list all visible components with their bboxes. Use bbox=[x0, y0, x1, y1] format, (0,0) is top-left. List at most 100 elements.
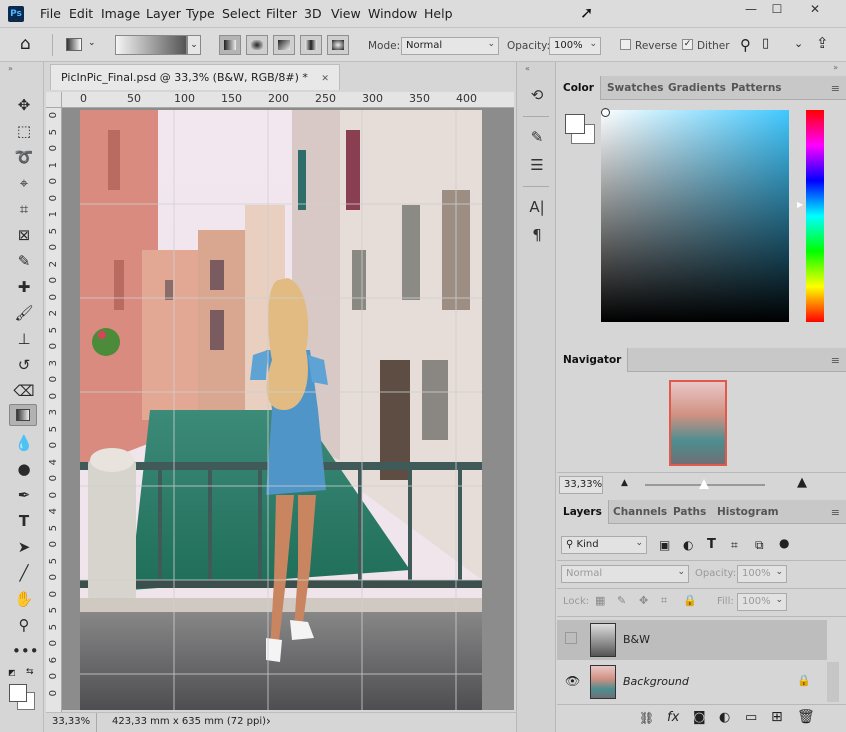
navigator-panel-menu-icon[interactable]: ≡ bbox=[831, 354, 840, 367]
angle-gradient-button[interactable] bbox=[273, 35, 295, 55]
line-tool-icon[interactable]: ╱ bbox=[12, 562, 36, 584]
tab-paths[interactable]: Paths bbox=[667, 500, 712, 524]
document-image[interactable] bbox=[80, 110, 482, 710]
collapse-strip-icon[interactable]: « bbox=[525, 64, 530, 73]
menu-type[interactable]: Type bbox=[186, 6, 215, 21]
menu-filter[interactable]: Filter bbox=[266, 6, 297, 21]
zoom-readout[interactable]: 33,33% bbox=[52, 716, 90, 727]
brush-settings-panel-icon[interactable]: ✎ bbox=[527, 128, 547, 148]
zoom-in-mountain-icon[interactable]: ▲ bbox=[797, 475, 807, 490]
search-icon[interactable]: ⚲ bbox=[740, 36, 751, 54]
tab-swatches[interactable]: Swatches bbox=[601, 76, 669, 100]
new-group-icon[interactable]: ▭ bbox=[745, 710, 757, 725]
fill-input[interactable]: 100% ⌄ bbox=[737, 593, 787, 611]
foreground-color-swatch[interactable] bbox=[9, 684, 27, 702]
layer-visibility-toggle[interactable] bbox=[565, 632, 577, 644]
collapse-panels-icon[interactable]: » bbox=[833, 63, 838, 72]
layer-row-background[interactable]: 👁 Background 🔒 bbox=[557, 662, 827, 702]
color-picker-handle[interactable] bbox=[601, 108, 610, 117]
hue-slider[interactable] bbox=[806, 110, 824, 322]
color-field[interactable] bbox=[601, 110, 789, 322]
lock-transparent-icon[interactable]: ▦ bbox=[595, 594, 605, 607]
close-tab-icon[interactable]: ✕ bbox=[321, 74, 329, 84]
radial-gradient-button[interactable] bbox=[246, 35, 268, 55]
menu-file[interactable]: File bbox=[40, 6, 61, 21]
maximize-button[interactable]: ☐ bbox=[764, 2, 790, 20]
minimize-button[interactable]: — bbox=[738, 2, 764, 20]
tab-gradients[interactable]: Gradients bbox=[662, 76, 732, 100]
quick-selection-tool-icon[interactable]: ⌖ bbox=[12, 172, 36, 194]
tab-histogram[interactable]: Histogram bbox=[711, 500, 785, 524]
navigator-zoom-input[interactable]: 33,33% bbox=[559, 476, 603, 494]
lock-image-icon[interactable]: ✎ bbox=[617, 594, 626, 607]
linear-gradient-button[interactable] bbox=[219, 35, 241, 55]
menu-view[interactable]: View bbox=[331, 6, 361, 21]
filter-adjustment-layer-icon[interactable]: ◐ bbox=[683, 538, 693, 552]
history-panel-icon[interactable]: ⟲ bbox=[527, 86, 547, 106]
more-tools-icon[interactable]: ••• bbox=[12, 640, 39, 662]
adjustments-panel-icon[interactable]: ☰ bbox=[527, 156, 547, 176]
zoom-out-mountain-icon[interactable]: ▲ bbox=[621, 478, 628, 488]
dodge-tool-icon[interactable]: ● bbox=[12, 458, 36, 480]
layer-opacity-input[interactable]: 100% ⌄ bbox=[737, 565, 787, 583]
filter-pixel-layer-icon[interactable]: ▣ bbox=[659, 538, 670, 552]
tab-layers[interactable]: Layers bbox=[557, 500, 609, 524]
lock-artboard-icon[interactable]: ⌗ bbox=[661, 594, 667, 608]
status-menu-arrow-icon[interactable]: › bbox=[266, 714, 271, 728]
tab-channels[interactable]: Channels bbox=[607, 500, 673, 524]
lock-position-icon[interactable]: ✥ bbox=[639, 594, 648, 607]
gradient-picker[interactable] bbox=[115, 35, 187, 55]
eraser-tool-icon[interactable]: ⌫ bbox=[12, 380, 36, 402]
hue-slider-handle-icon[interactable]: ▶ bbox=[797, 200, 803, 209]
frame-tool-icon[interactable]: ⊠ bbox=[12, 224, 36, 246]
path-selection-tool-icon[interactable]: ➤ bbox=[12, 536, 36, 558]
layer-name[interactable]: B&W bbox=[623, 633, 650, 646]
move-tool-icon[interactable]: ✥ bbox=[12, 94, 36, 116]
collapse-toolbar-icon[interactable]: » bbox=[8, 64, 13, 73]
zoom-tool-icon[interactable]: ⚲ bbox=[12, 614, 36, 636]
diamond-gradient-button[interactable] bbox=[327, 35, 349, 55]
chevron-down-icon[interactable]: ⌄ bbox=[794, 37, 803, 50]
character-panel-icon[interactable]: A| bbox=[527, 198, 547, 218]
filter-smart-object-icon[interactable]: ⧉ bbox=[755, 538, 764, 553]
reflected-gradient-button[interactable] bbox=[300, 35, 322, 55]
dither-checkbox[interactable]: ✓ bbox=[682, 39, 693, 50]
add-mask-icon[interactable]: ◙ bbox=[693, 710, 706, 725]
pen-tool-icon[interactable]: ✒ bbox=[12, 484, 36, 506]
ruler-origin[interactable] bbox=[46, 92, 62, 108]
new-layer-icon[interactable]: ⊞ bbox=[771, 709, 783, 725]
menu-image[interactable]: Image bbox=[101, 6, 140, 21]
marquee-tool-icon[interactable]: ⬚ bbox=[12, 120, 36, 142]
workspace-icon[interactable]: ▯ bbox=[762, 36, 769, 51]
navigator-zoom-slider-handle[interactable] bbox=[699, 479, 709, 489]
gradient-tool-preset-icon[interactable] bbox=[66, 38, 82, 51]
crop-tool-icon[interactable]: ⌗ bbox=[12, 198, 36, 220]
filter-toggle-icon[interactable]: ● bbox=[779, 536, 789, 550]
paragraph-panel-icon[interactable]: ¶ bbox=[527, 226, 547, 246]
reverse-checkbox[interactable] bbox=[620, 39, 631, 50]
type-tool-icon[interactable]: T bbox=[12, 510, 36, 532]
blend-mode-select[interactable]: Normal ⌄ bbox=[561, 565, 689, 583]
close-window-button[interactable]: ✕ bbox=[802, 2, 828, 20]
layers-panel-menu-icon[interactable]: ≡ bbox=[831, 506, 840, 519]
lasso-tool-icon[interactable]: ➰ bbox=[12, 146, 36, 168]
layer-row-bw[interactable]: B&W bbox=[557, 620, 827, 660]
canvas-area[interactable] bbox=[62, 108, 514, 710]
layer-filter-kind-select[interactable]: ⚲ Kind ⌄ bbox=[561, 536, 647, 554]
link-layers-icon[interactable]: ⛓ bbox=[639, 711, 654, 725]
menu-window[interactable]: Window bbox=[368, 6, 417, 21]
swap-colors-icon[interactable]: ⇆ bbox=[26, 667, 34, 677]
delete-layer-icon[interactable]: 🗑 bbox=[797, 709, 815, 725]
blur-tool-icon[interactable]: 💧 bbox=[12, 432, 36, 454]
default-colors-icon[interactable]: ◩ bbox=[8, 668, 16, 677]
layer-style-icon[interactable]: fx bbox=[667, 710, 679, 725]
filter-shape-layer-icon[interactable]: ⌗ bbox=[731, 538, 738, 553]
menu-edit[interactable]: Edit bbox=[69, 6, 93, 21]
eyedropper-tool-icon[interactable]: ✎ bbox=[12, 250, 36, 272]
eye-icon[interactable]: 👁 bbox=[565, 674, 580, 688]
history-brush-tool-icon[interactable]: ↺ bbox=[12, 354, 36, 376]
document-tab[interactable]: PicInPic_Final.psd @ 33,3% (B&W, RGB/8#)… bbox=[50, 64, 340, 90]
brush-tool-icon[interactable]: 🖌 bbox=[12, 302, 36, 324]
chevron-down-icon[interactable]: ⌄ bbox=[88, 38, 96, 48]
opacity-input[interactable]: 100% ⌄ bbox=[549, 37, 601, 55]
